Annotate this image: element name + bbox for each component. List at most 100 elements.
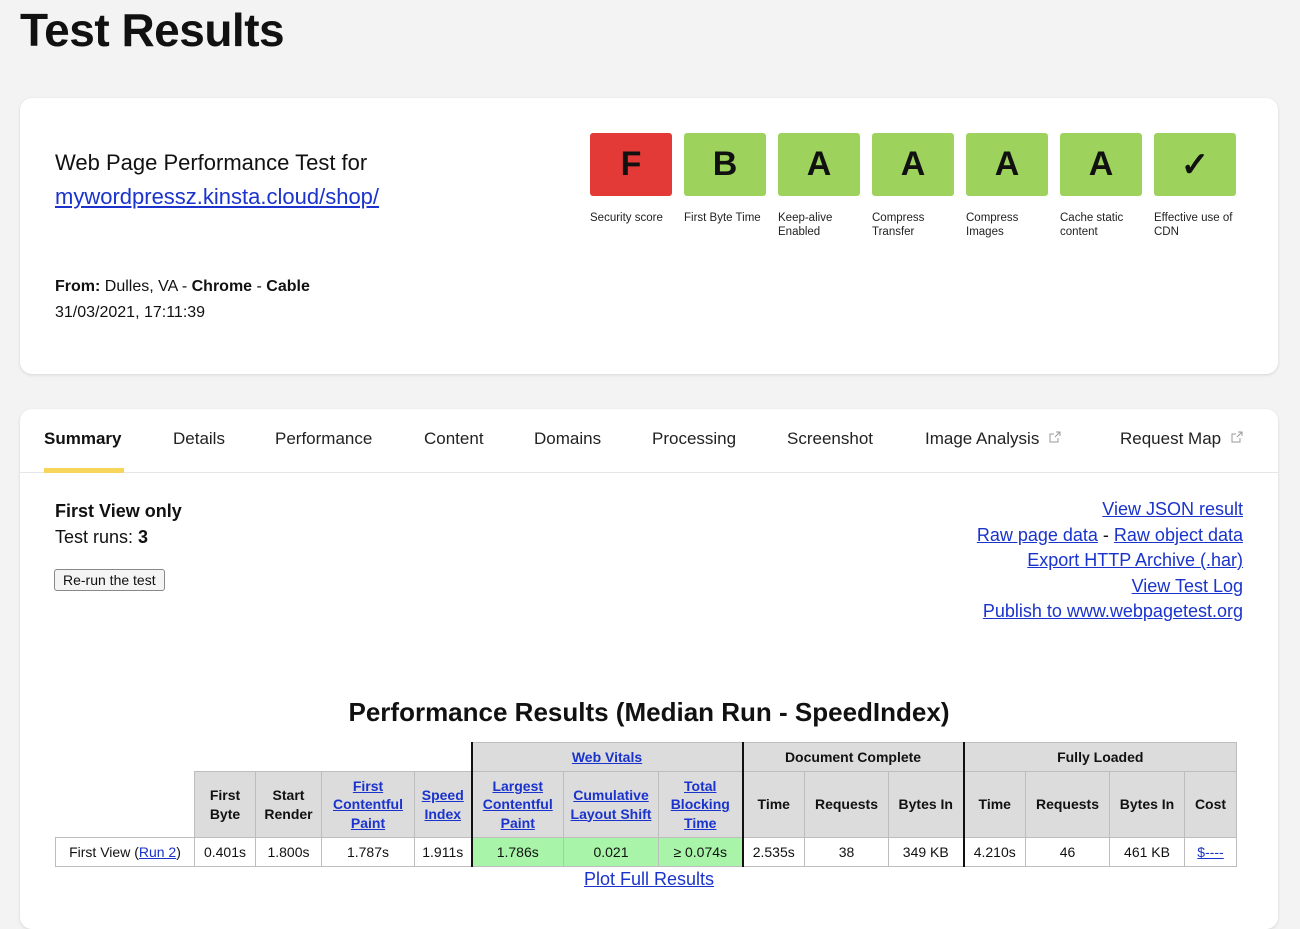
col-first-byte: First Byte xyxy=(194,771,256,838)
rerun-test-button[interactable]: Re-run the test xyxy=(54,569,165,591)
grade-badge: A xyxy=(1060,133,1142,196)
location-value: Dulles, VA xyxy=(104,278,178,295)
col-speed-index: Speed Index xyxy=(414,771,472,838)
performance-results-title: Performance Results (Median Run - SpeedI… xyxy=(348,697,950,727)
view-json-link[interactable]: View JSON result xyxy=(1102,499,1243,519)
raw-object-data-link[interactable]: Raw object data xyxy=(1114,525,1243,545)
value-dc-bytes: 349 KB xyxy=(888,837,964,867)
test-location: From: Dulles, VA - Chrome - Cable 31/03/… xyxy=(55,274,310,326)
cost-link[interactable]: $---- xyxy=(1197,844,1223,860)
speed-index-link[interactable]: Speed Index xyxy=(422,787,464,822)
plot-full-results-link[interactable]: Plot Full Results xyxy=(584,869,714,889)
col-cls: Cumulative Layout Shift xyxy=(563,771,659,838)
col-fl-requests: Requests xyxy=(1025,771,1110,838)
grade-label: Compress Transfer xyxy=(872,212,925,238)
row-label-text: ) xyxy=(176,844,181,860)
grade-badge: F xyxy=(590,133,672,196)
grade-badge: A xyxy=(966,133,1048,196)
tab-label: Request Map xyxy=(1120,429,1222,448)
fcp-link[interactable]: First Contentful Paint xyxy=(333,778,403,831)
publish-link[interactable]: Publish to www.webpagetest.org xyxy=(983,601,1243,621)
value-cls: 0.021 xyxy=(563,837,659,867)
table-row: First View (Run 2) 0.401s 1.800s 1.787s … xyxy=(55,837,1237,867)
separator: - xyxy=(1097,524,1114,545)
value-fcp: 1.787s xyxy=(321,837,415,867)
col-fl-bytes: Bytes In xyxy=(1109,771,1185,838)
raw-page-data-link[interactable]: Raw page data xyxy=(977,525,1098,545)
external-link-icon xyxy=(1231,431,1243,443)
col-dc-time: Time xyxy=(741,771,805,838)
separator: - xyxy=(252,278,267,295)
tbt-link[interactable]: Total Blocking Time xyxy=(671,778,730,831)
value-dc-time: 2.535s xyxy=(741,837,805,867)
tab-performance[interactable]: Performance xyxy=(275,429,372,449)
value-speed-index: 1.911s xyxy=(414,837,472,867)
table-header-row: First Byte Start Render First Contentful… xyxy=(56,771,1237,838)
grade-label: Effective use of CDN xyxy=(1154,212,1233,238)
performance-results-table: Web Vitals Document Complete Fully Loade… xyxy=(55,742,1237,867)
table-group-header-row: Web Vitals Document Complete Fully Loade… xyxy=(56,742,1237,772)
grade-badge: B xyxy=(684,133,766,196)
result-tabs: Summary Details Performance Content Doma… xyxy=(20,409,1278,473)
run-summary: First View only Test runs: 3 xyxy=(55,498,182,550)
export-har-link[interactable]: Export HTTP Archive (.har) xyxy=(1027,550,1243,570)
connection-value: Cable xyxy=(266,278,310,295)
col-dc-bytes: Bytes In xyxy=(888,771,964,838)
tab-screenshot[interactable]: Screenshot xyxy=(787,429,873,449)
blank-cell xyxy=(56,772,195,838)
tab-content[interactable]: Content xyxy=(424,429,484,449)
active-tab-indicator xyxy=(44,468,124,473)
grade-compress-transfer[interactable]: A Compress Transfer xyxy=(872,133,954,239)
value-fl-bytes: 461 KB xyxy=(1109,837,1185,867)
value-first-byte: 0.401s xyxy=(194,837,256,867)
col-cost: Cost xyxy=(1184,771,1237,838)
value-lcp: 1.786s xyxy=(470,837,564,867)
grade-badge: A xyxy=(872,133,954,196)
test-info-card: Web Page Performance Test for mywordpres… xyxy=(20,98,1278,374)
row-label: First View (Run 2) xyxy=(55,837,195,867)
grade-label: Keep-alive Enabled xyxy=(778,212,833,238)
grade-keep-alive[interactable]: A Keep-alive Enabled xyxy=(778,133,860,239)
grade-compress-images[interactable]: A Compress Images xyxy=(966,133,1048,239)
grade-security[interactable]: F Security score xyxy=(590,133,672,239)
view-title: First View only xyxy=(55,501,182,521)
checkmark-icon: ✓ xyxy=(1154,133,1236,196)
tested-url-link[interactable]: mywordpressz.kinsta.cloud/shop/ xyxy=(55,184,379,209)
tab-image-analysis[interactable]: Image Analysis xyxy=(925,429,1061,449)
grade-cdn[interactable]: ✓ Effective use of CDN xyxy=(1154,133,1236,239)
tab-processing[interactable]: Processing xyxy=(652,429,736,449)
value-tbt: ≥ 0.074s xyxy=(658,837,743,867)
group-fully-loaded: Fully Loaded xyxy=(962,742,1237,772)
col-lcp: Largest Contentful Paint xyxy=(470,771,564,838)
test-heading: Web Page Performance Test for mywordpres… xyxy=(55,146,379,214)
results-card: Summary Details Performance Content Doma… xyxy=(20,409,1278,929)
group-web-vitals: Web Vitals xyxy=(470,742,743,772)
tab-domains[interactable]: Domains xyxy=(534,429,601,449)
col-fcp: First Contentful Paint xyxy=(321,771,415,838)
web-vitals-link[interactable]: Web Vitals xyxy=(572,749,642,765)
cls-link[interactable]: Cumulative Layout Shift xyxy=(571,787,652,822)
export-links: View JSON result Raw page data - Raw obj… xyxy=(977,497,1243,625)
grade-cache-static[interactable]: A Cache static content xyxy=(1060,133,1142,239)
value-fl-requests: 46 xyxy=(1025,837,1110,867)
test-heading-text: Web Page Performance Test for xyxy=(55,150,368,175)
test-runs: Test runs: 3 xyxy=(55,524,182,550)
view-test-log-link[interactable]: View Test Log xyxy=(1132,576,1243,596)
lcp-link[interactable]: Largest Contentful Paint xyxy=(483,778,553,831)
col-start-render: Start Render xyxy=(255,771,322,838)
grade-list: F Security score B First Byte Time A Kee… xyxy=(590,133,1236,239)
test-timestamp: 31/03/2021, 17:11:39 xyxy=(55,304,206,321)
browser-value: Chrome xyxy=(191,278,253,295)
value-start-render: 1.800s xyxy=(255,837,322,867)
tab-details[interactable]: Details xyxy=(173,429,225,449)
tab-request-map[interactable]: Request Map xyxy=(1120,429,1243,449)
value-dc-requests: 38 xyxy=(804,837,889,867)
grade-label: Cache static content xyxy=(1060,212,1124,238)
from-label: From: xyxy=(55,278,101,295)
test-runs-value: 3 xyxy=(138,527,149,547)
grade-first-byte[interactable]: B First Byte Time xyxy=(684,133,766,239)
run-link[interactable]: Run 2 xyxy=(139,844,176,860)
group-document-complete: Document Complete xyxy=(741,742,964,772)
test-config: From: Dulles, VA - Chrome - Cable xyxy=(55,274,310,300)
tab-summary[interactable]: Summary xyxy=(44,429,121,449)
